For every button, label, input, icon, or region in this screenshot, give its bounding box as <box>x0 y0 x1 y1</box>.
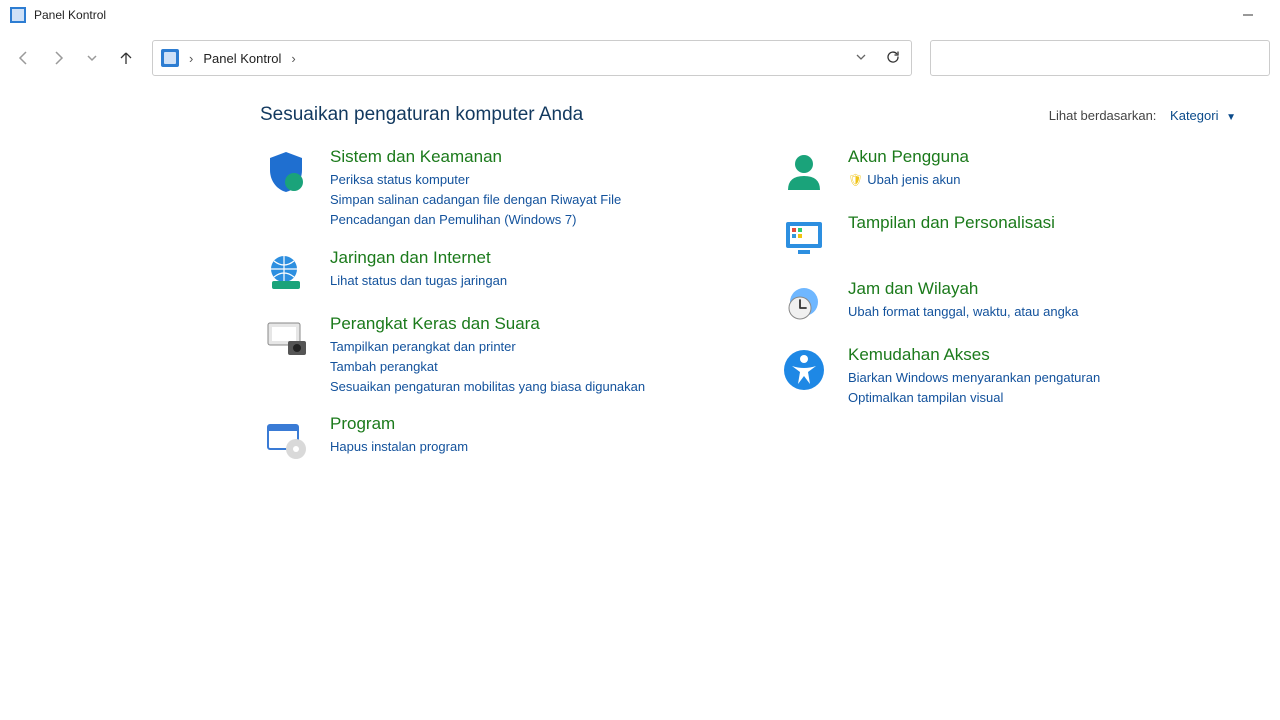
category-title[interactable]: Program <box>330 413 718 435</box>
hardware-icon[interactable] <box>260 313 312 398</box>
category-link[interactable]: Tampilkan perangkat dan printer <box>330 337 718 357</box>
category-link[interactable]: Hapus instalan program <box>330 437 718 457</box>
category-title[interactable]: Perangkat Keras dan Suara <box>330 313 718 335</box>
category-link[interactable]: Ubah format tanggal, waktu, atau angka <box>848 302 1236 322</box>
category-title[interactable]: Jam dan Wilayah <box>848 278 1236 300</box>
ease-icon[interactable] <box>778 344 830 408</box>
category-link[interactable]: Simpan salinan cadangan file dengan Riwa… <box>330 190 718 210</box>
control-panel-icon <box>10 7 26 23</box>
network-icon[interactable] <box>260 247 312 297</box>
category-link[interactable]: Sesuaikan pengaturan mobilitas yang bias… <box>330 377 718 397</box>
window-title: Panel Kontrol <box>34 8 106 22</box>
category-link[interactable]: Pencadangan dan Pemulihan (Windows 7) <box>330 210 718 230</box>
forward-button[interactable] <box>44 44 72 72</box>
navigation-bar: › Panel Kontrol › <box>0 30 1280 86</box>
category-item: Jam dan WilayahUbah format tanggal, wakt… <box>778 278 1236 328</box>
category-title[interactable]: Tampilan dan Personalisasi <box>848 212 1236 234</box>
breadcrumb[interactable]: Panel Kontrol <box>203 51 281 66</box>
titlebar: Panel Kontrol <box>0 0 1280 30</box>
address-history-dropdown[interactable] <box>855 51 867 66</box>
category-item: Akun PenggunaUbah jenis akun <box>778 146 1236 196</box>
category-column-right: Akun PenggunaUbah jenis akun Tampilan dan… <box>778 146 1236 479</box>
category-link[interactable]: Lihat status dan tugas jaringan <box>330 271 718 291</box>
category-title[interactable]: Jaringan dan Internet <box>330 247 718 269</box>
category-item: Kemudahan AksesBiarkan Windows menyarank… <box>778 344 1236 408</box>
minimize-button[interactable] <box>1226 0 1270 30</box>
up-button[interactable] <box>112 44 140 72</box>
content-area: Sesuaikan pengaturan komputer Anda Lihat… <box>0 86 1280 479</box>
view-by-label: Lihat berdasarkan: <box>1049 108 1157 123</box>
category-link[interactable]: Ubah jenis akun <box>848 170 1236 190</box>
refresh-button[interactable] <box>885 49 901 68</box>
page-title: Sesuaikan pengaturan komputer Anda <box>260 104 583 126</box>
window-controls <box>1226 0 1270 30</box>
category-item: Tampilan dan Personalisasi <box>778 212 1236 262</box>
user-icon[interactable] <box>778 146 830 196</box>
chevron-right-icon[interactable]: › <box>189 51 193 66</box>
category-item: Perangkat Keras dan SuaraTampilkan peran… <box>260 313 718 398</box>
address-icon <box>161 49 179 67</box>
recent-dropdown[interactable] <box>78 44 106 72</box>
programs-icon[interactable] <box>260 413 312 463</box>
back-button[interactable] <box>10 44 38 72</box>
address-bar[interactable]: › Panel Kontrol › <box>152 40 912 76</box>
search-input[interactable] <box>930 40 1270 76</box>
category-link[interactable]: Optimalkan tampilan visual <box>848 388 1236 408</box>
category-title[interactable]: Kemudahan Akses <box>848 344 1236 366</box>
category-title[interactable]: Sistem dan Keamanan <box>330 146 718 168</box>
category-item: ProgramHapus instalan program <box>260 413 718 463</box>
category-item: Jaringan dan InternetLihat status dan tu… <box>260 247 718 297</box>
category-column-left: Sistem dan KeamananPeriksa status komput… <box>260 146 718 479</box>
category-link[interactable]: Biarkan Windows menyarankan pengaturan <box>848 368 1236 388</box>
category-item: Sistem dan KeamananPeriksa status komput… <box>260 146 718 231</box>
category-title[interactable]: Akun Pengguna <box>848 146 1236 168</box>
view-by-control[interactable]: Lihat berdasarkan: Kategori ▼ <box>1049 108 1236 123</box>
clock-icon[interactable] <box>778 278 830 328</box>
category-link[interactable]: Periksa status komputer <box>330 170 718 190</box>
category-link[interactable]: Tambah perangkat <box>330 357 718 377</box>
shield-icon[interactable] <box>260 146 312 231</box>
view-by-value: Kategori <box>1170 108 1218 123</box>
personalize-icon[interactable] <box>778 212 830 262</box>
chevron-right-icon[interactable]: › <box>291 51 295 66</box>
chevron-down-icon: ▼ <box>1226 112 1236 123</box>
